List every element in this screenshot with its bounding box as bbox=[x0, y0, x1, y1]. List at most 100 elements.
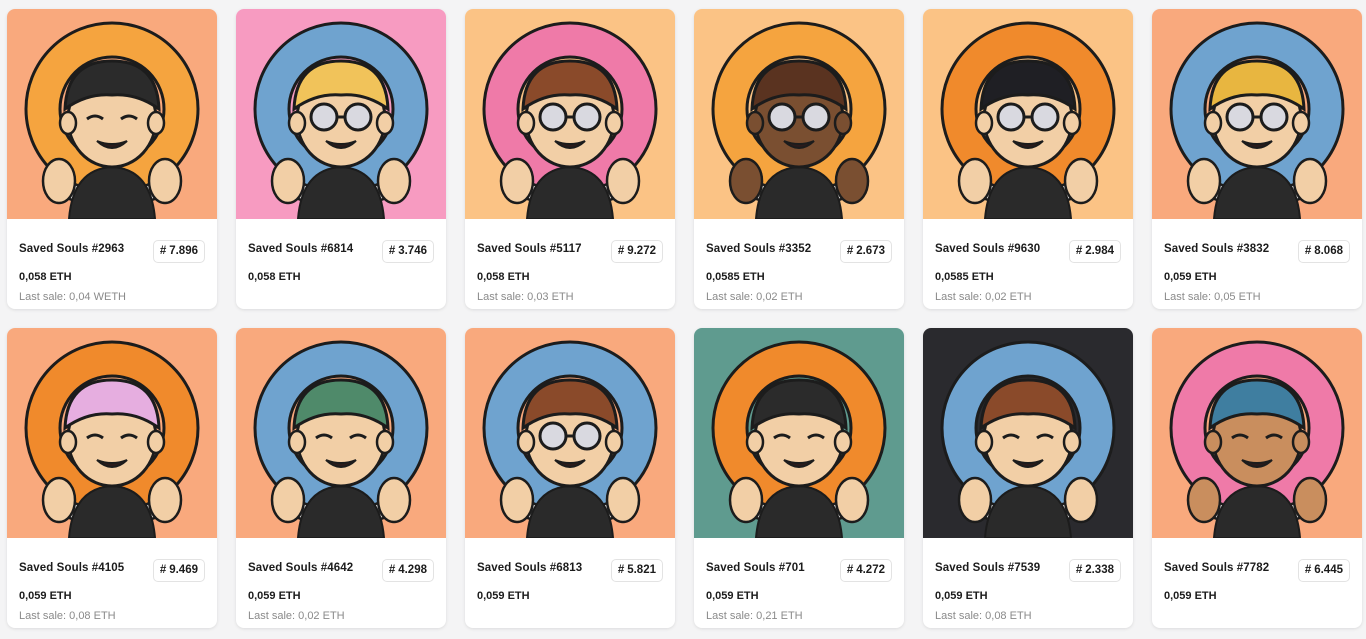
last-sale: Last sale: 0,02 ETH bbox=[248, 610, 345, 622]
nft-info: Saved Souls #7539 #2.338 0,059 ETH Last … bbox=[923, 538, 1133, 628]
character-illustration bbox=[694, 328, 904, 538]
hand-right bbox=[376, 157, 412, 205]
hand-right bbox=[1292, 157, 1328, 205]
nft-info: Saved Souls #2963 #7.896 0,058 ETH Last … bbox=[7, 219, 217, 309]
nft-artwork[interactable] bbox=[236, 328, 446, 538]
last-sale: Last sale: 0,21 ETH bbox=[706, 610, 803, 622]
glasses-lens-left bbox=[1225, 102, 1255, 132]
nft-name: Saved Souls #2963 bbox=[19, 243, 125, 255]
ear-right bbox=[604, 110, 624, 136]
last-sale: Last sale: 0,02 ETH bbox=[706, 291, 803, 303]
ear-right bbox=[1291, 429, 1311, 455]
nft-name: Saved Souls #7539 bbox=[935, 562, 1041, 574]
nft-card[interactable]: Saved Souls #2963 #7.896 0,058 ETH Last … bbox=[7, 9, 217, 309]
nft-grid: Saved Souls #2963 #7.896 0,058 ETH Last … bbox=[7, 9, 1362, 628]
last-sale: Last sale: 0,05 ETH bbox=[1164, 291, 1261, 303]
nft-info: Saved Souls #9630 #2.984 0,0585 ETH Last… bbox=[923, 219, 1133, 309]
nft-price: 0,059 ETH bbox=[248, 590, 301, 602]
rarity-rank-badge: #6.445 bbox=[1297, 559, 1350, 582]
rarity-rank-badge: #9.469 bbox=[152, 559, 205, 582]
glasses-lens-right bbox=[572, 102, 602, 132]
last-sale: Last sale: 0,04 WETH bbox=[19, 291, 126, 303]
rarity-rank-value: 2.984 bbox=[1085, 245, 1114, 257]
nft-artwork[interactable] bbox=[1152, 328, 1362, 538]
nft-info: Saved Souls #3352 #2.673 0,0585 ETH Last… bbox=[694, 219, 904, 309]
glasses-lens-right bbox=[1259, 102, 1289, 132]
nft-price: 0,059 ETH bbox=[1164, 590, 1217, 602]
character-illustration bbox=[7, 328, 217, 538]
nft-artwork[interactable] bbox=[7, 328, 217, 538]
ear-left bbox=[1203, 429, 1223, 455]
rarity-rank-value: 2.673 bbox=[856, 245, 885, 257]
nft-card[interactable]: Saved Souls #4105 #9.469 0,059 ETH Last … bbox=[7, 328, 217, 628]
hand-right bbox=[376, 476, 412, 524]
hash-icon: # bbox=[388, 245, 396, 257]
hand-left bbox=[1186, 476, 1222, 524]
nft-name: Saved Souls #7782 bbox=[1164, 562, 1270, 574]
ear-right bbox=[375, 110, 395, 136]
nft-artwork[interactable] bbox=[1152, 9, 1362, 219]
nft-artwork[interactable] bbox=[694, 328, 904, 538]
nft-card[interactable]: Saved Souls #3352 #2.673 0,0585 ETH Last… bbox=[694, 9, 904, 309]
nft-artwork[interactable] bbox=[465, 328, 675, 538]
nft-price: 0,058 ETH bbox=[477, 271, 530, 283]
nft-artwork[interactable] bbox=[7, 9, 217, 219]
ear-right bbox=[604, 429, 624, 455]
ear-right bbox=[1291, 110, 1311, 136]
nft-artwork[interactable] bbox=[694, 9, 904, 219]
nft-artwork[interactable] bbox=[923, 9, 1133, 219]
character-illustration bbox=[923, 9, 1133, 219]
character-illustration bbox=[7, 9, 217, 219]
rarity-rank-badge: #2.984 bbox=[1068, 240, 1121, 263]
nft-card[interactable]: Saved Souls #6813 #5.821 0,059 ETH bbox=[465, 328, 675, 628]
hash-icon: # bbox=[159, 245, 167, 257]
nft-price: 0,058 ETH bbox=[19, 271, 72, 283]
nft-info: Saved Souls #4105 #9.469 0,059 ETH Last … bbox=[7, 538, 217, 628]
nft-price: 0,059 ETH bbox=[935, 590, 988, 602]
ear-left bbox=[516, 429, 536, 455]
nft-card[interactable]: Saved Souls #5117 #9.272 0,058 ETH Last … bbox=[465, 9, 675, 309]
nft-artwork[interactable] bbox=[465, 9, 675, 219]
nft-artwork[interactable] bbox=[236, 9, 446, 219]
nft-info: Saved Souls #701 #4.272 0,059 ETH Last s… bbox=[694, 538, 904, 628]
nft-name: Saved Souls #4105 bbox=[19, 562, 125, 574]
nft-card[interactable]: Saved Souls #701 #4.272 0,059 ETH Last s… bbox=[694, 328, 904, 628]
character-illustration bbox=[1152, 9, 1362, 219]
nft-card[interactable]: Saved Souls #6814 #3.746 0,058 ETH bbox=[236, 9, 446, 309]
nft-card[interactable]: Saved Souls #3832 #8.068 0,059 ETH Last … bbox=[1152, 9, 1362, 309]
glasses-lens-left bbox=[538, 421, 568, 451]
hand-left bbox=[270, 476, 306, 524]
hand-right bbox=[605, 157, 641, 205]
nft-name: Saved Souls #3352 bbox=[706, 243, 812, 255]
rarity-rank-badge: #2.338 bbox=[1068, 559, 1121, 582]
glasses-lens-right bbox=[343, 102, 373, 132]
nft-artwork[interactable] bbox=[923, 328, 1133, 538]
nft-card[interactable]: Saved Souls #7539 #2.338 0,059 ETH Last … bbox=[923, 328, 1133, 628]
ear-left bbox=[974, 429, 994, 455]
rarity-rank-value: 5.821 bbox=[627, 564, 656, 576]
ear-left bbox=[287, 110, 307, 136]
hash-icon: # bbox=[388, 564, 396, 576]
ear-right bbox=[146, 429, 166, 455]
rarity-rank-badge: #4.272 bbox=[839, 559, 892, 582]
rarity-rank-value: 6.445 bbox=[1314, 564, 1343, 576]
character-illustration bbox=[236, 328, 446, 538]
rarity-rank-badge: #4.298 bbox=[381, 559, 434, 582]
nft-card[interactable]: Saved Souls #7782 #6.445 0,059 ETH bbox=[1152, 328, 1362, 628]
glasses-lens-left bbox=[996, 102, 1026, 132]
hand-right bbox=[1063, 157, 1099, 205]
hand-right bbox=[834, 476, 870, 524]
rarity-rank-badge: #8.068 bbox=[1297, 240, 1350, 263]
nft-card[interactable]: Saved Souls #4642 #4.298 0,059 ETH Last … bbox=[236, 328, 446, 628]
hash-icon: # bbox=[1304, 245, 1312, 257]
nft-info: Saved Souls #3832 #8.068 0,059 ETH Last … bbox=[1152, 219, 1362, 309]
ear-left bbox=[745, 110, 765, 136]
nft-price: 0,0585 ETH bbox=[706, 271, 765, 283]
character-illustration bbox=[694, 9, 904, 219]
rarity-rank-value: 7.896 bbox=[169, 245, 198, 257]
glasses-lens-left bbox=[309, 102, 339, 132]
nft-price: 0,059 ETH bbox=[477, 590, 530, 602]
nft-price: 0,0585 ETH bbox=[935, 271, 994, 283]
ear-right bbox=[1062, 110, 1082, 136]
nft-card[interactable]: Saved Souls #9630 #2.984 0,0585 ETH Last… bbox=[923, 9, 1133, 309]
